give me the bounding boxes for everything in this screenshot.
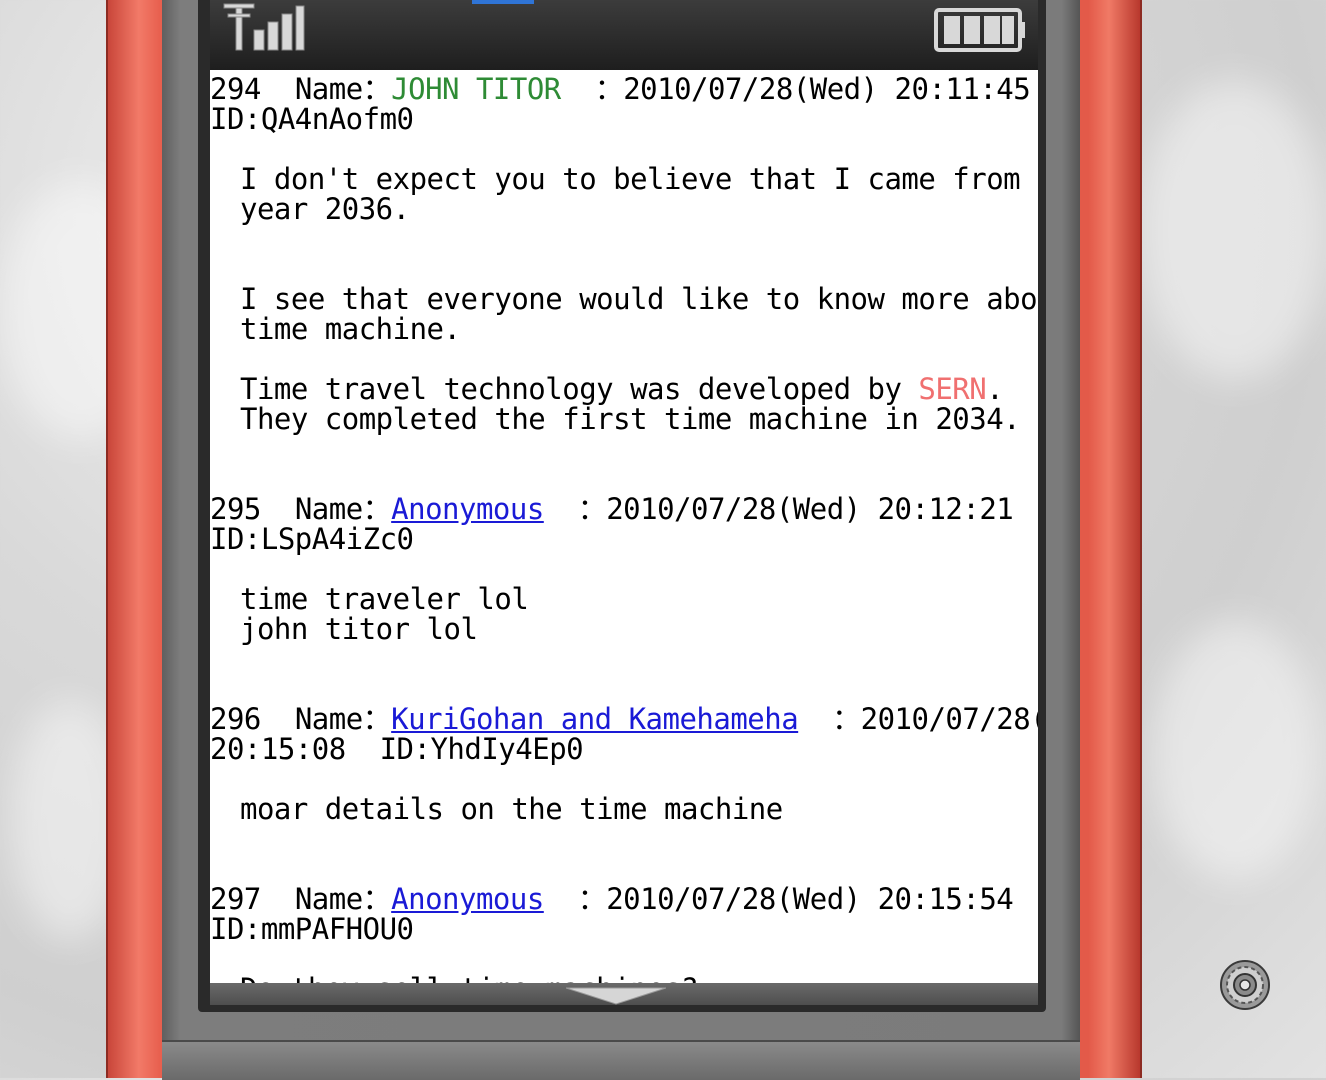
gear-icon[interactable] <box>1219 959 1271 1011</box>
post-date: ：2010/07/28(Wed) 20:12:21 <box>577 492 1014 526</box>
body-text: Time travel technology was developed by <box>240 372 919 406</box>
post-body-line <box>210 224 1038 254</box>
post-body-line: time traveler lol <box>240 582 529 616</box>
post-header: 297 Name：Anonymous ：2010/07/28(Wed) 20:1… <box>210 884 1038 914</box>
post-header: 296 Name：KuriGohan and Kamehameha ：2010/… <box>210 704 1038 734</box>
post-number: 295 <box>210 492 261 526</box>
post-header: 295 Name：Anonymous ：2010/07/28(Wed) 20:1… <box>210 494 1038 524</box>
poster-name-link[interactable]: KuriGohan and Kamehameha <box>391 702 799 736</box>
post-date: ：2010/07/28(Wed) 20:15:54 <box>577 882 1014 916</box>
battery-icon <box>934 8 1025 52</box>
post-body-line: moar details on the time machine <box>240 792 783 826</box>
post-294: 294 Name：JOHN TITOR ：2010/07/28(Wed) 20:… <box>210 74 1038 434</box>
post-body-line: I don't expect you to believe that I cam… <box>240 162 1038 196</box>
signal-bars-icon <box>223 3 305 51</box>
bbs-thread-screen[interactable]: 294 Name：JOHN TITOR ：2010/07/28(Wed) 20:… <box>210 70 1038 983</box>
post-body-line: They completed the first time machine in… <box>240 402 1021 436</box>
poster-name-link[interactable]: Anonymous <box>391 492 544 526</box>
phone-keypad-edge <box>162 1040 1080 1080</box>
post-id: 20:15:08 ID:YhdIy4Ep0 <box>210 732 584 766</box>
post-body-line <box>210 254 1038 284</box>
highlighted-keyword: SERN <box>918 372 987 406</box>
status-bar <box>210 0 1038 70</box>
post-296: 296 Name：KuriGohan and Kamehameha ：2010/… <box>210 704 1038 824</box>
name-label: Name： <box>294 492 392 526</box>
name-label: Name： <box>294 702 392 736</box>
post-id: ID:QA4nAofm0 <box>210 102 414 136</box>
post-body-line: year 2036. <box>240 192 410 226</box>
post-297: 297 Name：Anonymous ：2010/07/28(Wed) 20:1… <box>210 884 1038 983</box>
post-date: ：2010/07/28(Wed) 20:11:45 <box>594 72 1031 106</box>
post-body-line: time machine. <box>240 312 461 346</box>
post-body-line: I see that everyone would like to know m… <box>240 282 1038 316</box>
post-header: 294 Name：JOHN TITOR ：2010/07/28(Wed) 20:… <box>210 74 1038 104</box>
name-label: Name： <box>294 882 392 916</box>
post-date: ：2010/07/28(Wed) <box>832 702 1038 736</box>
name-label: Name： <box>294 72 392 106</box>
post-body-line: Time travel technology was developed by … <box>210 374 1038 404</box>
post-number: 297 <box>210 882 261 916</box>
post-295: 295 Name：Anonymous ：2010/07/28(Wed) 20:1… <box>210 494 1038 644</box>
poster-name-link[interactable]: Anonymous <box>391 882 544 916</box>
post-id: ID:LSpA4iZc0 <box>210 522 414 556</box>
post-number: 296 <box>210 702 261 736</box>
post-body-line: john titor lol <box>240 612 478 646</box>
body-text: . <box>986 372 1004 406</box>
scroll-down-arrow-icon[interactable] <box>566 986 666 1006</box>
status-tab-indicator <box>472 0 534 4</box>
poster-name: JOHN TITOR <box>391 72 561 106</box>
post-number: 294 <box>210 72 261 106</box>
post-id: ID:mmPAFHOU0 <box>210 912 414 946</box>
post-body-line: Do they sell time machines? <box>210 974 1038 983</box>
post-body-line <box>210 344 1038 374</box>
